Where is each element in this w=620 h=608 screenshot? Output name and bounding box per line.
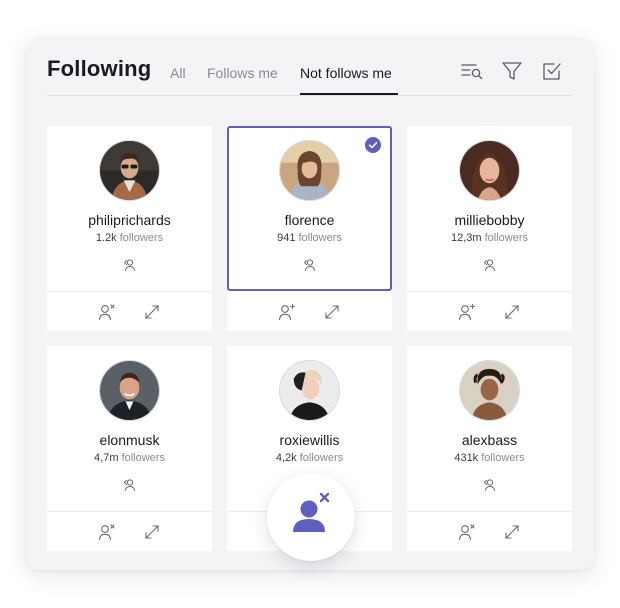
follower-count: 4,2k followers <box>227 452 392 464</box>
tab-all[interactable]: All <box>170 65 186 81</box>
follower-number: 941 <box>277 232 296 244</box>
follower-label: followers <box>481 452 525 464</box>
username: elonmusk <box>99 432 160 448</box>
select-all-icon[interactable] <box>540 59 564 83</box>
page-title: Following <box>47 56 152 81</box>
expand-icon[interactable] <box>142 302 162 322</box>
card-actions-row <box>227 291 392 331</box>
follow-user-icon[interactable] <box>277 302 297 322</box>
username: milliebobby <box>454 212 525 228</box>
follower-label: followers <box>121 452 165 464</box>
card-divider <box>47 511 212 512</box>
follower-label: followers <box>298 232 342 244</box>
follows-status-icon[interactable] <box>482 257 498 273</box>
username: roxiewillis <box>279 432 340 448</box>
expand-icon[interactable] <box>142 522 162 542</box>
avatar <box>99 360 160 421</box>
avatar <box>99 140 160 201</box>
follower-count: 12,3m followers <box>407 232 572 244</box>
follower-label: followers <box>119 232 164 244</box>
follows-status-icon[interactable] <box>302 257 318 273</box>
username: florence <box>284 212 335 228</box>
follower-number: 12,3m <box>450 232 482 244</box>
follower-label: followers <box>484 232 529 244</box>
card-divider <box>407 291 572 292</box>
follower-count: 941 followers <box>229 232 390 244</box>
user-card-selected[interactable]: florence 941 followers <box>227 126 392 291</box>
follows-status-icon[interactable] <box>122 477 138 493</box>
expand-icon[interactable] <box>322 302 342 322</box>
follower-count: 4,7m followers <box>47 452 212 464</box>
follows-status-icon[interactable] <box>122 257 138 273</box>
follower-number: 4,7m <box>94 452 119 464</box>
header-divider <box>47 95 573 96</box>
follow-user-icon[interactable] <box>457 302 477 322</box>
unfollow-fab-button[interactable] <box>267 473 355 561</box>
filter-icon[interactable] <box>500 59 524 83</box>
user-card[interactable]: alexbass 431k followers <box>407 346 572 551</box>
follower-number: 1.2k <box>95 232 117 244</box>
card-divider <box>407 511 572 512</box>
follower-number: 431k <box>454 452 479 464</box>
follows-status-icon[interactable] <box>482 477 498 493</box>
unfollow-user-icon <box>293 492 330 532</box>
card-divider <box>47 291 212 292</box>
expand-icon[interactable] <box>502 302 522 322</box>
avatar <box>279 360 340 421</box>
follower-count: 431k followers <box>407 452 572 464</box>
tab-not-follows-me[interactable]: Not follows me <box>300 65 392 81</box>
unfollow-icon[interactable] <box>457 522 477 542</box>
search-list-icon[interactable] <box>460 59 484 83</box>
user-card[interactable]: milliebobby 12,3m followers <box>407 126 572 331</box>
follower-label: followers <box>299 452 344 464</box>
username: philiprichards <box>88 212 171 228</box>
follower-count: 1.2k followers <box>47 232 212 244</box>
user-card[interactable]: philiprichards 1.2k followers <box>47 126 212 331</box>
user-card[interactable]: elonmusk 4,7m followers <box>47 346 212 551</box>
unfollow-icon[interactable] <box>97 302 117 322</box>
unfollow-icon[interactable] <box>97 522 117 542</box>
username: alexbass <box>461 432 518 448</box>
follower-number: 4,2k <box>275 452 297 464</box>
avatar <box>459 140 520 201</box>
avatar <box>279 140 340 201</box>
expand-icon[interactable] <box>502 522 522 542</box>
tab-follows-me[interactable]: Follows me <box>207 65 278 81</box>
avatar <box>459 360 520 421</box>
selected-check-icon[interactable] <box>365 137 381 153</box>
